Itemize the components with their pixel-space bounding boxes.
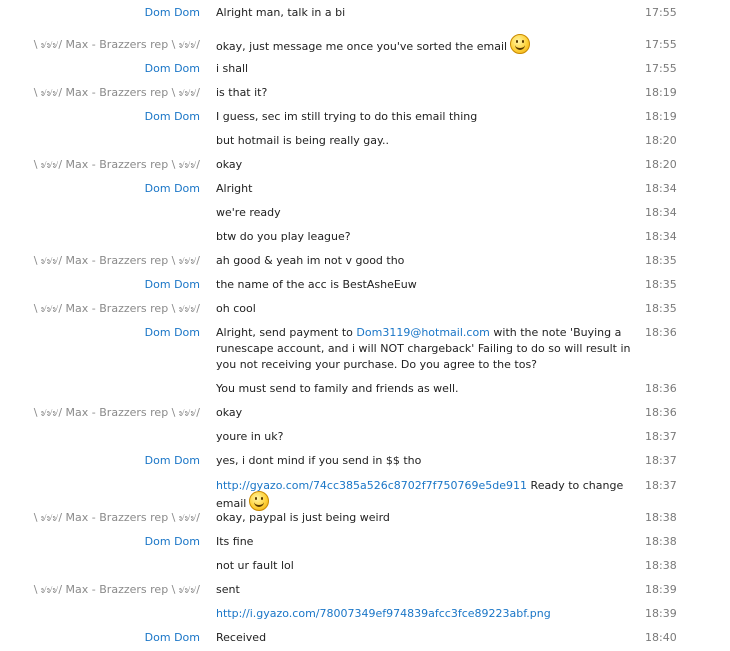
message-text-segment: the name of the acc is BestAsheEuw bbox=[216, 278, 417, 291]
message-text: oh cool bbox=[216, 301, 636, 317]
message-text: You must send to family and friends as w… bbox=[216, 381, 636, 397]
message-timestamp: 17:55 bbox=[645, 62, 677, 75]
message-timestamp: 18:36 bbox=[645, 326, 677, 339]
sender-name-dom[interactable]: Dom Dom bbox=[145, 630, 200, 646]
message-text-segment: youre in uk? bbox=[216, 430, 284, 443]
message-text: we're ready bbox=[216, 205, 636, 221]
sender-name-max[interactable]: \ ৶৶৶/ Max - Brazzers rep \ ৶৶৶/ bbox=[34, 157, 200, 173]
sender-name-max[interactable]: \ ৶৶৶/ Max - Brazzers rep \ ৶৶৶/ bbox=[34, 405, 200, 421]
message-text-segment: I guess, sec im still trying to do this … bbox=[216, 110, 478, 123]
sender-name-max[interactable]: \ ৶৶৶/ Max - Brazzers rep \ ৶৶৶/ bbox=[34, 301, 200, 317]
message-timestamp: 18:37 bbox=[645, 479, 677, 492]
message-timestamp: 18:36 bbox=[645, 406, 677, 419]
message-text: okay, just message me once you've sorted… bbox=[216, 34, 636, 57]
message-timestamp: 18:34 bbox=[645, 206, 677, 219]
sender-name-dom[interactable]: Dom Dom bbox=[145, 453, 200, 469]
message-link[interactable]: Dom3119@hotmail.com bbox=[356, 326, 489, 339]
sender-name-max[interactable]: \ ৶৶৶/ Max - Brazzers rep \ ৶৶৶/ bbox=[34, 510, 200, 526]
message-text-segment: okay bbox=[216, 158, 243, 171]
message-text-segment: okay, paypal is just being weird bbox=[216, 511, 390, 524]
message-timestamp: 18:20 bbox=[645, 158, 677, 171]
message-text: the name of the acc is BestAsheEuw bbox=[216, 277, 636, 293]
sender-name-dom[interactable]: Dom Dom bbox=[145, 109, 200, 125]
message-text-segment: Alright man, talk in a bi bbox=[216, 6, 346, 19]
message-link[interactable]: http://i.gyazo.com/78007349ef974839afcc3… bbox=[216, 607, 551, 620]
message-text: http://gyazo.com/74cc385a526c8702f7f7507… bbox=[216, 478, 636, 514]
message-timestamp: 18:38 bbox=[645, 511, 677, 524]
message-text-segment: ah good & yeah im not v good tho bbox=[216, 254, 405, 267]
message-text-segment: is that it? bbox=[216, 86, 268, 99]
message-text: Received bbox=[216, 630, 636, 646]
message-text: ah good & yeah im not v good tho bbox=[216, 253, 636, 269]
message-text: http://i.gyazo.com/78007349ef974839afcc3… bbox=[216, 606, 636, 622]
message-text-segment: but hotmail is being really gay.. bbox=[216, 134, 389, 147]
sender-name-max[interactable]: \ ৶৶৶/ Max - Brazzers rep \ ৶৶৶/ bbox=[34, 85, 200, 101]
message-timestamp: 18:38 bbox=[645, 535, 677, 548]
message-timestamp: 17:55 bbox=[645, 38, 677, 51]
message-timestamp: 18:36 bbox=[645, 382, 677, 395]
sender-name-dom[interactable]: Dom Dom bbox=[145, 181, 200, 197]
sender-name-dom[interactable]: Dom Dom bbox=[145, 534, 200, 550]
message-text-segment: okay bbox=[216, 406, 243, 419]
message-link[interactable]: http://gyazo.com/74cc385a526c8702f7f7507… bbox=[216, 479, 527, 492]
sender-name-max[interactable]: \ ৶৶৶/ Max - Brazzers rep \ ৶৶৶/ bbox=[34, 253, 200, 269]
message-text-segment: okay, just message me once you've sorted… bbox=[216, 40, 508, 53]
sender-name-dom[interactable]: Dom Dom bbox=[145, 277, 200, 293]
message-timestamp: 18:37 bbox=[645, 430, 677, 443]
message-text: okay bbox=[216, 157, 636, 173]
message-text-segment: btw do you play league? bbox=[216, 230, 351, 243]
chat-log: Dom Dom Alright man, talk in a bi 17:55 \ ৶… bbox=[0, 0, 730, 651]
message-text-segment: Alright, send payment to bbox=[216, 326, 357, 339]
sender-name-dom[interactable]: Dom Dom bbox=[145, 5, 200, 21]
message-text: i shall bbox=[216, 61, 636, 77]
message-timestamp: 18:40 bbox=[645, 631, 677, 644]
sender-name-dom[interactable]: Dom Dom bbox=[145, 61, 200, 77]
message-text: youre in uk? bbox=[216, 429, 636, 445]
message-text: okay, paypal is just being weird bbox=[216, 510, 636, 526]
message-timestamp: 18:35 bbox=[645, 254, 677, 267]
message-text-segment: oh cool bbox=[216, 302, 256, 315]
message-timestamp: 18:38 bbox=[645, 559, 677, 572]
message-timestamp: 18:34 bbox=[645, 230, 677, 243]
smiley-icon bbox=[249, 491, 270, 511]
message-text-segment: yes, i dont mind if you send in $$ tho bbox=[216, 454, 422, 467]
message-text-segment: we're ready bbox=[216, 206, 281, 219]
message-timestamp: 18:19 bbox=[645, 86, 677, 99]
sender-name-max[interactable]: \ ৶৶৶/ Max - Brazzers rep \ ৶৶৶/ bbox=[34, 582, 200, 598]
message-timestamp: 18:37 bbox=[645, 454, 677, 467]
message-text: but hotmail is being really gay.. bbox=[216, 133, 636, 149]
message-text: Alright man, talk in a bi bbox=[216, 5, 636, 21]
message-timestamp: 18:39 bbox=[645, 583, 677, 596]
smiley-icon bbox=[510, 34, 531, 54]
message-text-segment: Alright bbox=[216, 182, 253, 195]
message-text-segment: not ur fault lol bbox=[216, 559, 294, 572]
message-timestamp: 18:34 bbox=[645, 182, 677, 195]
message-timestamp: 18:39 bbox=[645, 607, 677, 620]
message-text: I guess, sec im still trying to do this … bbox=[216, 109, 636, 125]
message-text: btw do you play league? bbox=[216, 229, 636, 245]
message-text: Alright, send payment to Dom3119@hotmail… bbox=[216, 325, 636, 373]
message-text-segment: Its fine bbox=[216, 535, 254, 548]
message-text: yes, i dont mind if you send in $$ tho bbox=[216, 453, 636, 469]
message-timestamp: 17:55 bbox=[645, 6, 677, 19]
message-text-segment: You must send to family and friends as w… bbox=[216, 382, 459, 395]
sender-name-dom[interactable]: Dom Dom bbox=[145, 325, 200, 341]
message-timestamp: 18:20 bbox=[645, 134, 677, 147]
message-timestamp: 18:35 bbox=[645, 278, 677, 291]
sender-name-max[interactable]: \ ৶৶৶/ Max - Brazzers rep \ ৶৶৶/ bbox=[34, 37, 200, 53]
message-text: Alright bbox=[216, 181, 636, 197]
message-text: Its fine bbox=[216, 534, 636, 550]
message-text: is that it? bbox=[216, 85, 636, 101]
message-text-segment: i shall bbox=[216, 62, 249, 75]
message-timestamp: 18:19 bbox=[645, 110, 677, 123]
message-text: sent bbox=[216, 582, 636, 598]
message-text: okay bbox=[216, 405, 636, 421]
message-timestamp: 18:35 bbox=[645, 302, 677, 315]
message-text-segment: sent bbox=[216, 583, 240, 596]
message-text-segment: Received bbox=[216, 631, 267, 644]
message-text: not ur fault lol bbox=[216, 558, 636, 574]
